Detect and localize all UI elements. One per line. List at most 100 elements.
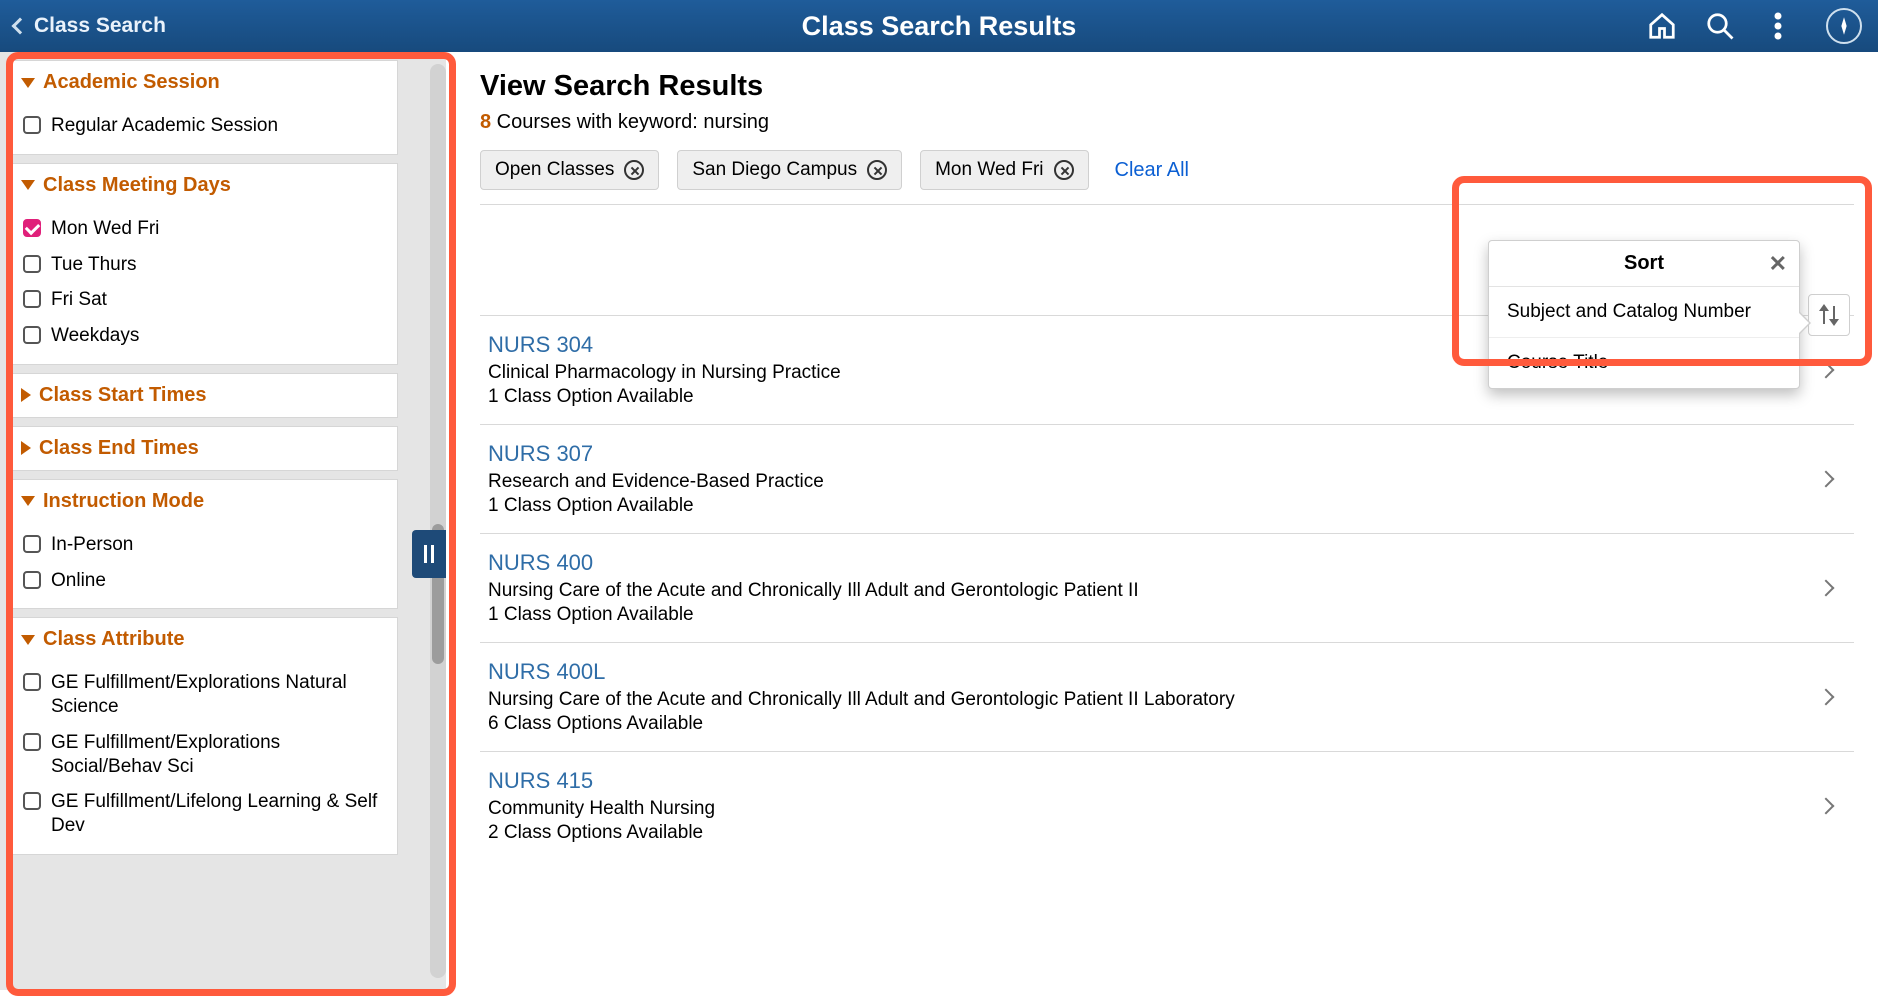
filter-toggle-end-times[interactable]: Class End Times (9, 427, 397, 470)
chevron-right-icon (1818, 362, 1835, 379)
page-title: Class Search Results (802, 11, 1077, 42)
filter-toggle-instruction-mode[interactable]: Instruction Mode (9, 480, 397, 523)
checkbox-icon (23, 673, 41, 691)
results-summary-text: Courses with keyword: nursing (491, 111, 769, 133)
filter-option-label: Fri Sat (51, 288, 107, 312)
filter-chip[interactable]: Open Classes (480, 150, 659, 190)
filter-group-meeting-days: Class Meeting Days Mon Wed Fri Tue Thurs… (8, 163, 398, 365)
result-row[interactable]: NURS 415 Community Health Nursing 2 Clas… (480, 751, 1854, 860)
chevron-right-icon (21, 441, 31, 455)
filter-option[interactable]: Online (21, 563, 385, 599)
filter-group-instruction-mode: Instruction Mode In-Person Online (8, 479, 398, 610)
result-row[interactable]: NURS 400L Nursing Care of the Acute and … (480, 642, 1854, 751)
filter-group-end-times: Class End Times (8, 426, 398, 471)
results-heading: View Search Results (480, 70, 1854, 103)
course-options-count: 2 Class Options Available (488, 822, 1804, 844)
filter-option[interactable]: Mon Wed Fri (21, 211, 385, 247)
filter-chip[interactable]: Mon Wed Fri (920, 150, 1088, 190)
checkbox-icon (23, 733, 41, 751)
filter-option[interactable]: Fri Sat (21, 282, 385, 318)
close-icon (867, 160, 887, 180)
main-content: View Search Results 8 Courses with keywo… (446, 52, 1878, 990)
filter-option[interactable]: In-Person (21, 527, 385, 563)
chevron-right-icon (1818, 689, 1835, 706)
checkbox-icon (23, 290, 41, 308)
filter-toggle-meeting-days[interactable]: Class Meeting Days (9, 164, 397, 207)
active-filters-bar: Open Classes San Diego Campus Mon Wed Fr… (480, 142, 1854, 205)
filter-toggle-academic-session[interactable]: Academic Session (9, 61, 397, 104)
chevron-right-icon (21, 388, 31, 402)
close-icon (1054, 160, 1074, 180)
scrollbar[interactable] (430, 64, 446, 978)
pause-icon (424, 545, 434, 563)
chevron-left-icon (12, 18, 29, 35)
filter-option[interactable]: Weekdays (21, 318, 385, 354)
filter-option-label: GE Fulfillment/Explorations Natural Scie… (51, 671, 383, 719)
filter-title: Class End Times (39, 437, 199, 460)
header-actions (1646, 8, 1878, 44)
sort-option[interactable]: Subject and Catalog Number (1489, 287, 1799, 338)
course-title: Community Health Nursing (488, 798, 1804, 820)
filter-toggle-class-attribute[interactable]: Class Attribute (9, 618, 397, 661)
filter-option-label: Online (51, 569, 106, 593)
sort-icon (1820, 306, 1838, 324)
filter-option[interactable]: GE Fulfillment/Explorations Natural Scie… (21, 665, 385, 725)
search-icon[interactable] (1704, 10, 1736, 42)
course-options-count: 1 Class Option Available (488, 386, 1804, 408)
sort-popover-header: Sort ✕ (1489, 241, 1799, 287)
course-code: NURS 307 (488, 441, 1804, 467)
back-label: Class Search (34, 14, 166, 38)
filter-option-label: Weekdays (51, 324, 139, 348)
course-options-count: 1 Class Option Available (488, 495, 1804, 517)
compass-icon[interactable] (1826, 8, 1862, 44)
collapse-handle[interactable] (412, 530, 446, 578)
course-title: Nursing Care of the Acute and Chronicall… (488, 689, 1804, 711)
filter-option[interactable]: Regular Academic Session (21, 108, 385, 144)
result-row[interactable]: NURS 307 Research and Evidence-Based Pra… (480, 424, 1854, 533)
chevron-right-icon (1818, 471, 1835, 488)
chevron-down-icon (21, 635, 35, 645)
chevron-down-icon (21, 496, 35, 506)
results-count: 8 (480, 111, 491, 133)
results-list: NURS 304 Clinical Pharmacology in Nursin… (480, 315, 1854, 860)
close-icon[interactable]: ✕ (1769, 251, 1787, 277)
filter-option[interactable]: Tue Thurs (21, 247, 385, 283)
more-icon[interactable] (1762, 10, 1794, 42)
chevron-right-icon (1818, 580, 1835, 597)
chip-label: Open Classes (495, 159, 614, 181)
filter-group-class-attribute: Class Attribute GE Fulfillment/Explorati… (8, 617, 398, 855)
course-options-count: 6 Class Options Available (488, 713, 1804, 735)
filter-group-start-times: Class Start Times (8, 373, 398, 418)
sort-button[interactable] (1808, 294, 1850, 336)
sort-option[interactable]: Course Title (1489, 338, 1799, 388)
clear-all-link[interactable]: Clear All (1115, 159, 1189, 182)
results-summary: 8 Courses with keyword: nursing (480, 111, 1854, 134)
checkbox-icon (23, 792, 41, 810)
sort-title: Sort (1624, 252, 1664, 275)
course-code: NURS 400 (488, 550, 1804, 576)
result-row[interactable]: NURS 400 Nursing Care of the Acute and C… (480, 533, 1854, 642)
checkbox-icon (23, 535, 41, 553)
filter-chip[interactable]: San Diego Campus (677, 150, 902, 190)
filter-option-label: Tue Thurs (51, 253, 137, 277)
filter-title: Instruction Mode (43, 490, 204, 513)
chevron-right-icon (1818, 798, 1835, 815)
home-icon[interactable] (1646, 10, 1678, 42)
course-code: NURS 415 (488, 768, 1804, 794)
sidebar-splitter[interactable] (406, 52, 446, 990)
filter-toggle-start-times[interactable]: Class Start Times (9, 374, 397, 417)
close-icon (624, 160, 644, 180)
chip-label: Mon Wed Fri (935, 159, 1043, 181)
back-button[interactable]: Class Search (0, 0, 180, 52)
filter-option[interactable]: GE Fulfillment/Explorations Social/Behav… (21, 725, 385, 785)
filter-option[interactable]: GE Fulfillment/Lifelong Learning & Self … (21, 784, 385, 844)
checkbox-icon (23, 326, 41, 344)
sort-popover: Sort ✕ Subject and Catalog Number Course… (1488, 240, 1800, 389)
checkbox-icon (23, 255, 41, 273)
filter-option-label: Regular Academic Session (51, 114, 278, 138)
course-title: Research and Evidence-Based Practice (488, 471, 1804, 493)
course-code: NURS 400L (488, 659, 1804, 685)
filter-title: Class Start Times (39, 384, 207, 407)
filter-option-label: In-Person (51, 533, 133, 557)
filter-option-label: Mon Wed Fri (51, 217, 159, 241)
